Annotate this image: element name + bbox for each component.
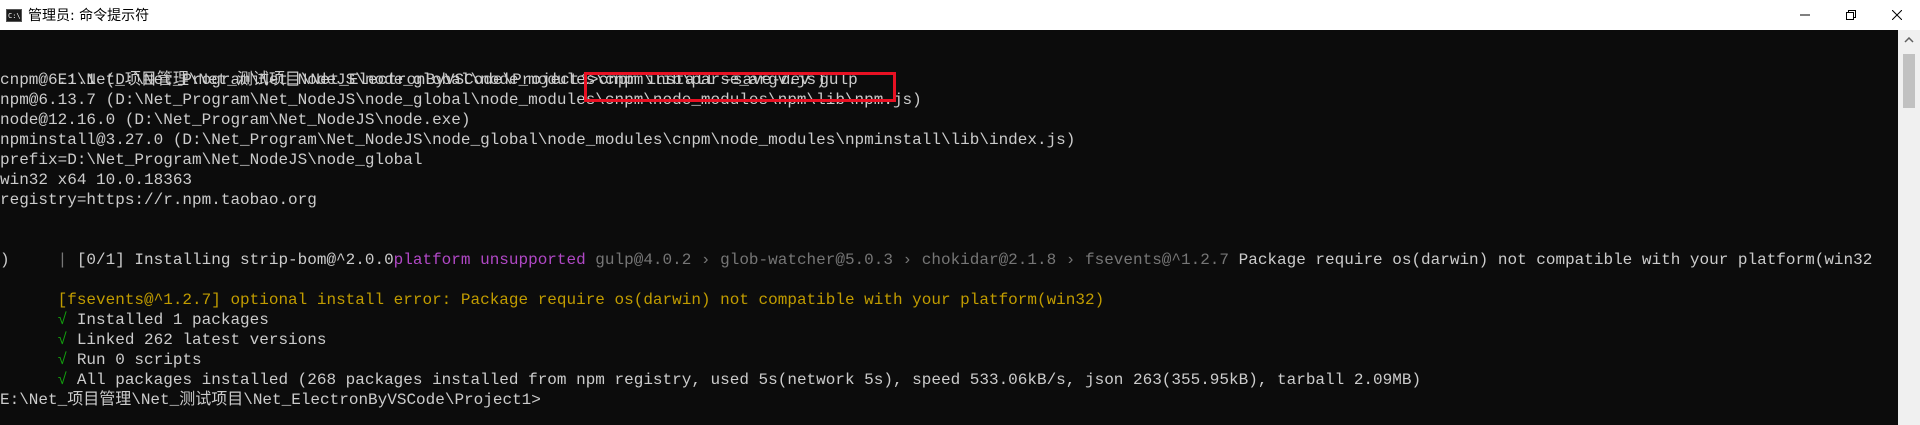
info-line: npminstall@3.27.0 (D:\Net_Program\Net_No…: [0, 131, 1076, 149]
success-text: All packages installed (268 packages ins…: [67, 371, 1422, 389]
window-controls: [1782, 0, 1920, 30]
cmd-icon: C:\: [6, 8, 22, 22]
install-progress-line: | [0/1] Installing strip-bom@^2.0.0platf…: [0, 230, 1873, 269]
close-button[interactable]: [1874, 0, 1920, 30]
final-prompt-line: E:\Net_项目管理\Net_测试项目\Net_ElectronByVSCod…: [0, 391, 541, 409]
success-line: √ Installed 1 packages: [0, 290, 269, 329]
spinner: |: [57, 251, 77, 269]
platform-warning: platform unsupported: [393, 251, 586, 269]
success-line: √ Run 0 scripts: [0, 330, 202, 369]
console-output[interactable]: E:\Net_项目管理\Net_测试项目\Net_ElectronByVSCod…: [0, 30, 1898, 425]
minimize-icon: [1800, 14, 1810, 16]
error-text: optional install error: Package require …: [220, 291, 1105, 309]
success-line: √ All packages installed (268 packages i…: [0, 350, 1421, 389]
scrollbar-thumb[interactable]: [1903, 54, 1915, 108]
vertical-scrollbar[interactable]: [1898, 30, 1920, 425]
title-bar[interactable]: C:\ 管理员: 命令提示符: [0, 0, 1920, 30]
install-progress: [0/1] Installing strip-bom@^2.0.0: [76, 251, 394, 269]
window-title: 管理员: 命令提示符: [28, 8, 150, 24]
install-message: Package require os(darwin) not compatibl…: [1229, 251, 1873, 269]
prompt-line: E:\Net_项目管理\Net_测试项目\Net_ElectronByVSCod…: [0, 50, 858, 89]
chevron-up-icon: [1904, 37, 1914, 43]
close-icon: [1892, 10, 1902, 20]
maximize-button[interactable]: [1828, 0, 1874, 30]
info-line: registry=https://r.npm.taobao.org: [0, 191, 317, 209]
minimize-button[interactable]: [1782, 0, 1828, 30]
command-highlight-box: [584, 72, 896, 102]
scroll-up-button[interactable]: [1898, 30, 1920, 50]
cmd-window: C:\ 管理员: 命令提示符 E:\Net_项目管理\Net_测试项目\Net_…: [0, 0, 1920, 425]
maximize-icon: [1846, 10, 1856, 20]
error-line: [fsevents@^1.2.7] optional install error…: [0, 270, 1105, 309]
check-icon: √: [57, 371, 68, 389]
dependency-chain: gulp@4.0.2 › glob-watcher@5.0.3 › chokid…: [585, 251, 1230, 269]
info-line: win32 x64 10.0.18363: [0, 171, 193, 189]
install-progress-wrap: ): [0, 251, 10, 269]
info-line: node@12.16.0 (D:\Net_Program\Net_NodeJS\…: [0, 111, 471, 129]
info-line: prefix=D:\Net_Program\Net_NodeJS\node_gl…: [0, 151, 423, 169]
success-line: √ Linked 262 latest versions: [0, 310, 327, 349]
